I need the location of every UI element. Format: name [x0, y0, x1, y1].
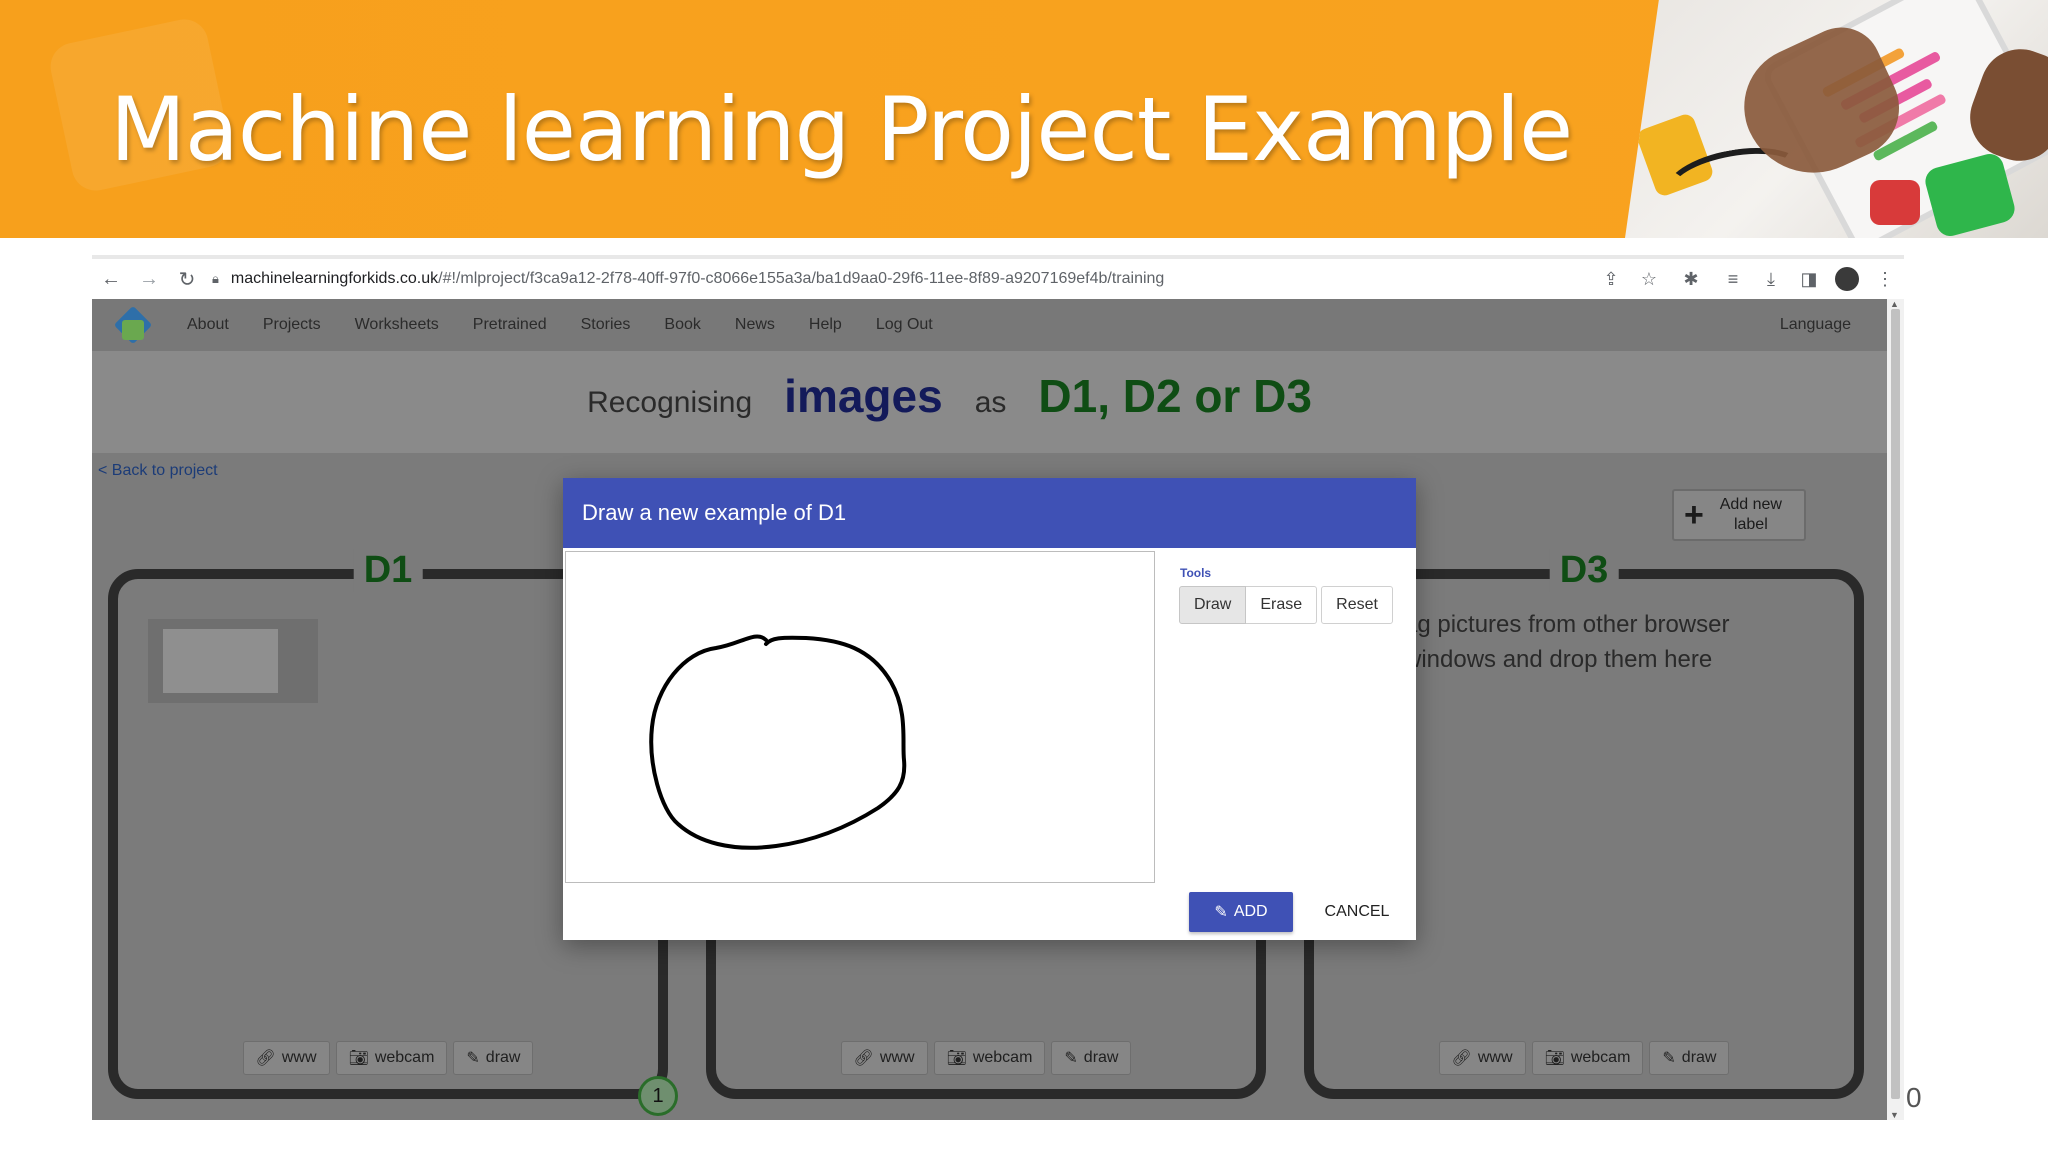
draw-button[interactable]: ✎ draw — [1051, 1041, 1132, 1075]
reading-list-icon[interactable]: ≡ — [1714, 269, 1752, 290]
scroll-up-icon[interactable]: ▲ — [1890, 299, 1899, 309]
link-icon: 🔗︎ — [853, 1050, 874, 1067]
draw-tool-button[interactable]: Draw — [1179, 586, 1247, 624]
tools-label: Tools — [1180, 566, 1212, 580]
link-icon: 🔗︎ — [1451, 1050, 1472, 1067]
camera-icon: 📷︎ — [946, 1050, 967, 1067]
bucket-title: D1 — [353, 549, 423, 592]
scrollbar-thumb[interactable] — [1891, 309, 1900, 1099]
back-icon[interactable]: ← — [92, 268, 130, 291]
add-new-label-text: Add new label — [1719, 496, 1782, 533]
url-host: machinelearningforkids.co.uk — [230, 270, 439, 287]
plus-icon: + — [1684, 496, 1704, 534]
webcam-button[interactable]: 📷︎ webcam — [1531, 1041, 1644, 1075]
nav-projects[interactable]: Projects — [263, 316, 321, 334]
share-icon[interactable]: ⇪ — [1592, 269, 1630, 290]
star-icon[interactable]: ☆ — [1630, 269, 1668, 290]
url-field[interactable]: 🔒︎ machinelearningforkids.co.uk/#!/mlpro… — [212, 270, 1164, 288]
example-count-badge: 1 — [638, 1076, 678, 1116]
headline-labels: D1, D2 or D3 — [1038, 370, 1312, 422]
nav-logout[interactable]: Log Out — [876, 316, 933, 334]
dialog-header: Draw a new example of D1 — [563, 478, 1416, 548]
draw-erase-toggle: Draw Erase — [1179, 586, 1318, 624]
pencil-icon: ✎ — [466, 1050, 480, 1067]
camera-icon: 📷︎ — [348, 1050, 369, 1067]
bucket-title: D3 — [1549, 549, 1619, 592]
reload-icon[interactable]: ↻ — [168, 267, 206, 292]
lock-icon[interactable]: 🔒︎ — [212, 271, 219, 287]
page-scrollbar[interactable]: ▲ ▼ — [1887, 299, 1904, 1120]
banner-photo — [1625, 0, 2048, 238]
camera-icon: 📷︎ — [1544, 1050, 1565, 1067]
add-new-label-button[interactable]: + Add new label — [1672, 489, 1806, 541]
scroll-down-icon[interactable]: ▼ — [1890, 1110, 1899, 1120]
add-button-label: ADD — [1233, 903, 1268, 920]
www-button[interactable]: 🔗︎ www — [840, 1041, 928, 1075]
profile-avatar[interactable] — [1835, 267, 1859, 291]
app-navbar: About Projects Worksheets Pretrained Sto… — [92, 299, 1887, 351]
headline-recognising: Recognising — [587, 386, 753, 419]
draw-example-dialog: Draw a new example of D1 Tools Draw Eras… — [563, 478, 1416, 940]
nav-worksheets[interactable]: Worksheets — [355, 316, 439, 334]
slide-number: 0 — [1906, 1082, 1922, 1113]
nav-book[interactable]: Book — [664, 316, 700, 334]
pencil-icon: ✎ — [1064, 1050, 1078, 1067]
forward-icon[interactable]: → — [130, 268, 168, 291]
drawn-circle-stroke — [649, 634, 907, 850]
url-path: /#!/mlproject/f3ca9a12-2f78-40ff-97f0-c8… — [438, 270, 1165, 287]
bucket-toolbar: 🔗︎ www 📷︎ webcam ✎ draw — [118, 1041, 658, 1075]
draw-button[interactable]: ✎ draw — [1649, 1041, 1730, 1075]
www-button[interactable]: 🔗︎ www — [1438, 1041, 1526, 1075]
webcam-button[interactable]: 📷︎ webcam — [933, 1041, 1046, 1075]
nav-news[interactable]: News — [735, 316, 775, 334]
back-to-project-link[interactable]: < Back to project — [98, 462, 218, 480]
cancel-button[interactable]: CANCEL — [1307, 892, 1407, 932]
drawing-canvas[interactable] — [565, 551, 1155, 883]
nav-stories[interactable]: Stories — [581, 316, 631, 334]
pencil-icon: ✎ — [1214, 904, 1228, 921]
bucket-toolbar: 🔗︎ www 📷︎ webcam ✎ draw — [716, 1041, 1256, 1075]
language-menu[interactable]: Language — [1780, 316, 1851, 334]
address-bar: ← → ↻ 🔒︎ machinelearningforkids.co.uk/#!… — [92, 259, 1904, 299]
browser-toolbar: ⇪ ☆ ✱ ≡ ⤓ ◨ ⋮ — [1592, 259, 1904, 299]
nav-about[interactable]: About — [187, 316, 229, 334]
download-icon[interactable]: ⤓ — [1752, 269, 1790, 290]
page-headline: Recognising images as D1, D2 or D3 — [92, 369, 1847, 423]
more-menu-icon[interactable]: ⋮ — [1866, 269, 1904, 290]
bucket-toolbar: 🔗︎ www 📷︎ webcam ✎ draw — [1314, 1041, 1854, 1075]
nav-pretrained[interactable]: Pretrained — [473, 316, 547, 334]
pencil-icon: ✎ — [1662, 1050, 1676, 1067]
link-icon: 🔗︎ — [255, 1050, 276, 1067]
headline-as: as — [974, 386, 1007, 419]
webcam-button[interactable]: 📷︎ webcam — [335, 1041, 448, 1075]
slide-banner: Machine learning Project Example — [0, 0, 2048, 238]
www-button[interactable]: 🔗︎ www — [242, 1041, 330, 1075]
slide-title: Machine learning Project Example — [110, 78, 1573, 181]
app-logo[interactable] — [112, 304, 154, 346]
reset-button[interactable]: Reset — [1321, 586, 1393, 624]
erase-tool-button[interactable]: Erase — [1246, 586, 1318, 624]
training-example-thumbnail[interactable] — [148, 619, 318, 703]
headline-type: images — [784, 370, 943, 422]
add-button[interactable]: ✎ ADD — [1189, 892, 1293, 932]
drop-hint-text: ag pictures from other browser windows a… — [1404, 611, 1730, 673]
side-panel-icon[interactable]: ◨ — [1790, 269, 1828, 290]
extensions-icon[interactable]: ✱ — [1668, 269, 1714, 290]
draw-button[interactable]: ✎ draw — [453, 1041, 534, 1075]
drawing-tools: Draw Erase Reset — [1179, 586, 1393, 624]
dialog-title: Draw a new example of D1 — [582, 500, 847, 525]
photo-red-cube — [1870, 180, 1920, 225]
nav-help[interactable]: Help — [809, 316, 842, 334]
